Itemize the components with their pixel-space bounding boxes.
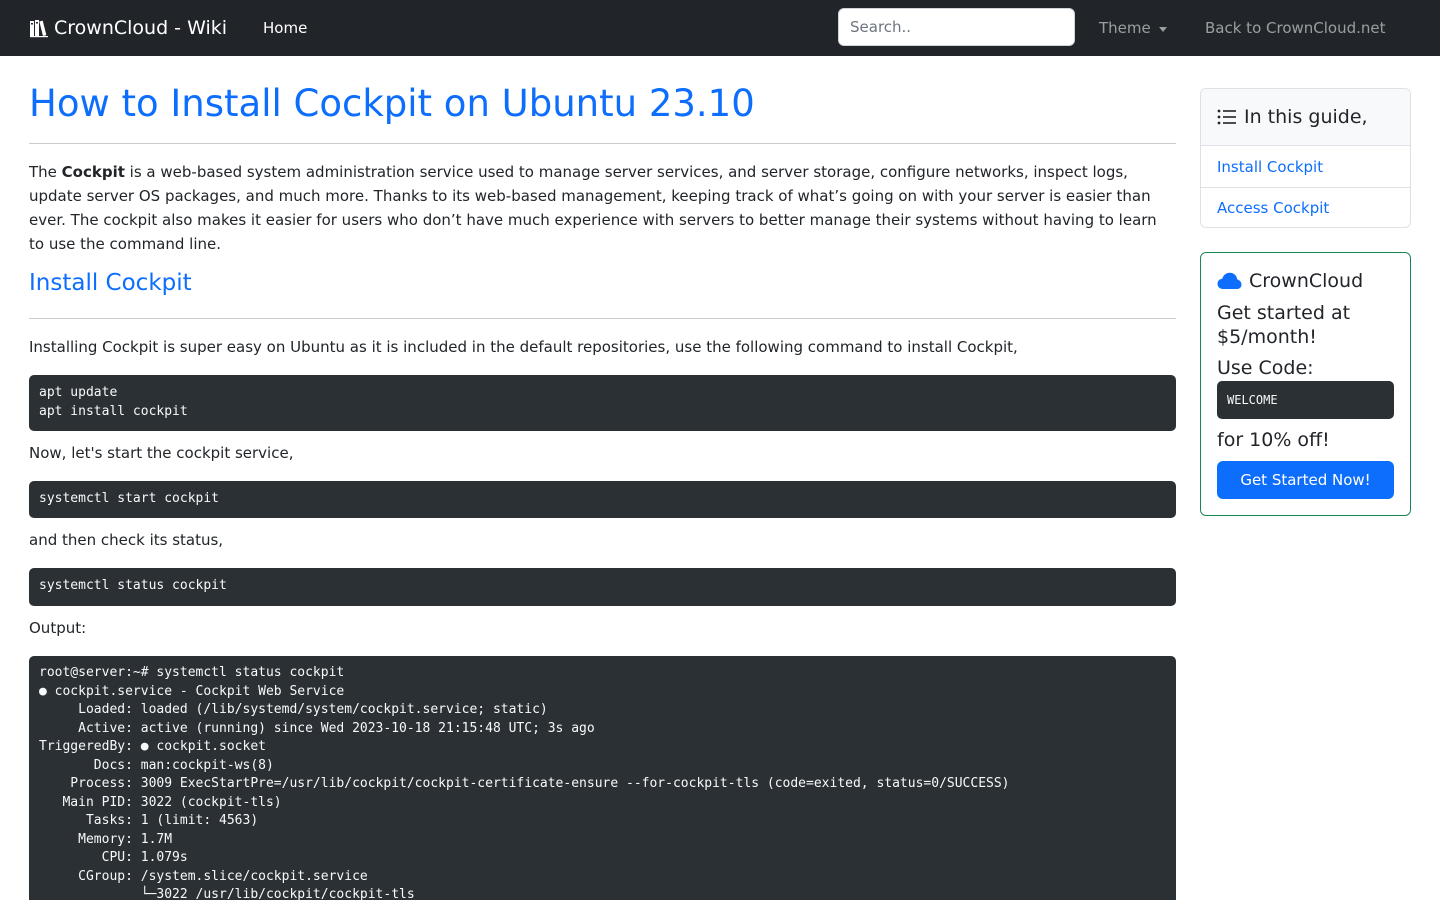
promo-discount: for 10% off! xyxy=(1217,429,1330,451)
top-navbar: CrownCloud - Wiki Home Theme Back to Cro… xyxy=(0,0,1440,56)
toc-link-install[interactable]: Install Cockpit xyxy=(1201,146,1410,187)
books-icon xyxy=(30,20,48,38)
promo-price: Get started at $5/month! xyxy=(1217,302,1351,348)
code-block-start[interactable]: systemctl start cockpit xyxy=(29,481,1176,518)
search-input[interactable] xyxy=(838,8,1075,46)
page-title: How to Install Cockpit on Ubuntu 23.10 xyxy=(29,82,755,125)
section-heading-install: Install Cockpit xyxy=(29,270,192,296)
promo-header: CrownCloud xyxy=(1217,270,1363,292)
promo-code-label: Use Code: xyxy=(1217,357,1314,379)
code-block-status[interactable]: systemctl status cockpit xyxy=(29,568,1176,606)
get-started-button[interactable]: Get Started Now! xyxy=(1217,461,1394,499)
toc-header: In this guide, xyxy=(1201,89,1410,146)
theme-label: Theme xyxy=(1099,19,1151,37)
intro-lead: The xyxy=(29,163,62,181)
promo-card: CrownCloud Get started at $5/month! Use … xyxy=(1200,252,1411,516)
toc-card: In this guide, Install Cockpit Access Co… xyxy=(1200,88,1411,228)
back-to-site-link[interactable]: Back to CrownCloud.net xyxy=(1205,0,1386,56)
brand-link[interactable]: CrownCloud - Wiki xyxy=(29,0,227,56)
promo-code[interactable]: WELCOME xyxy=(1217,381,1394,419)
status-paragraph: and then check its status, xyxy=(29,531,224,549)
install-paragraph: Installing Cockpit is super easy on Ubun… xyxy=(29,338,1018,356)
theme-dropdown[interactable]: Theme xyxy=(1099,0,1167,56)
start-paragraph: Now, let's start the cockpit service, xyxy=(29,444,294,462)
promo-brand: CrownCloud xyxy=(1249,270,1364,292)
code-block-output[interactable]: root@server:~# systemctl status cockpit … xyxy=(29,656,1176,900)
output-label: Output: xyxy=(29,619,87,637)
brand-title: CrownCloud - Wiki xyxy=(54,17,228,39)
section-divider xyxy=(29,318,1176,319)
cloud-icon xyxy=(1217,272,1242,289)
title-divider xyxy=(29,143,1176,144)
nav-home-link[interactable]: Home xyxy=(263,0,307,56)
toc-link-access[interactable]: Access Cockpit xyxy=(1201,187,1410,228)
intro-rest: is a web-based system administration ser… xyxy=(29,163,1157,253)
chevron-down-icon xyxy=(1158,26,1167,32)
intro-paragraph: The Cockpit is a web-based system admini… xyxy=(29,160,1176,256)
code-block-install[interactable]: apt update apt install cockpit xyxy=(29,375,1176,431)
list-icon xyxy=(1217,109,1236,125)
toc-title: In this guide, xyxy=(1244,106,1368,128)
intro-bold: Cockpit xyxy=(61,163,125,181)
